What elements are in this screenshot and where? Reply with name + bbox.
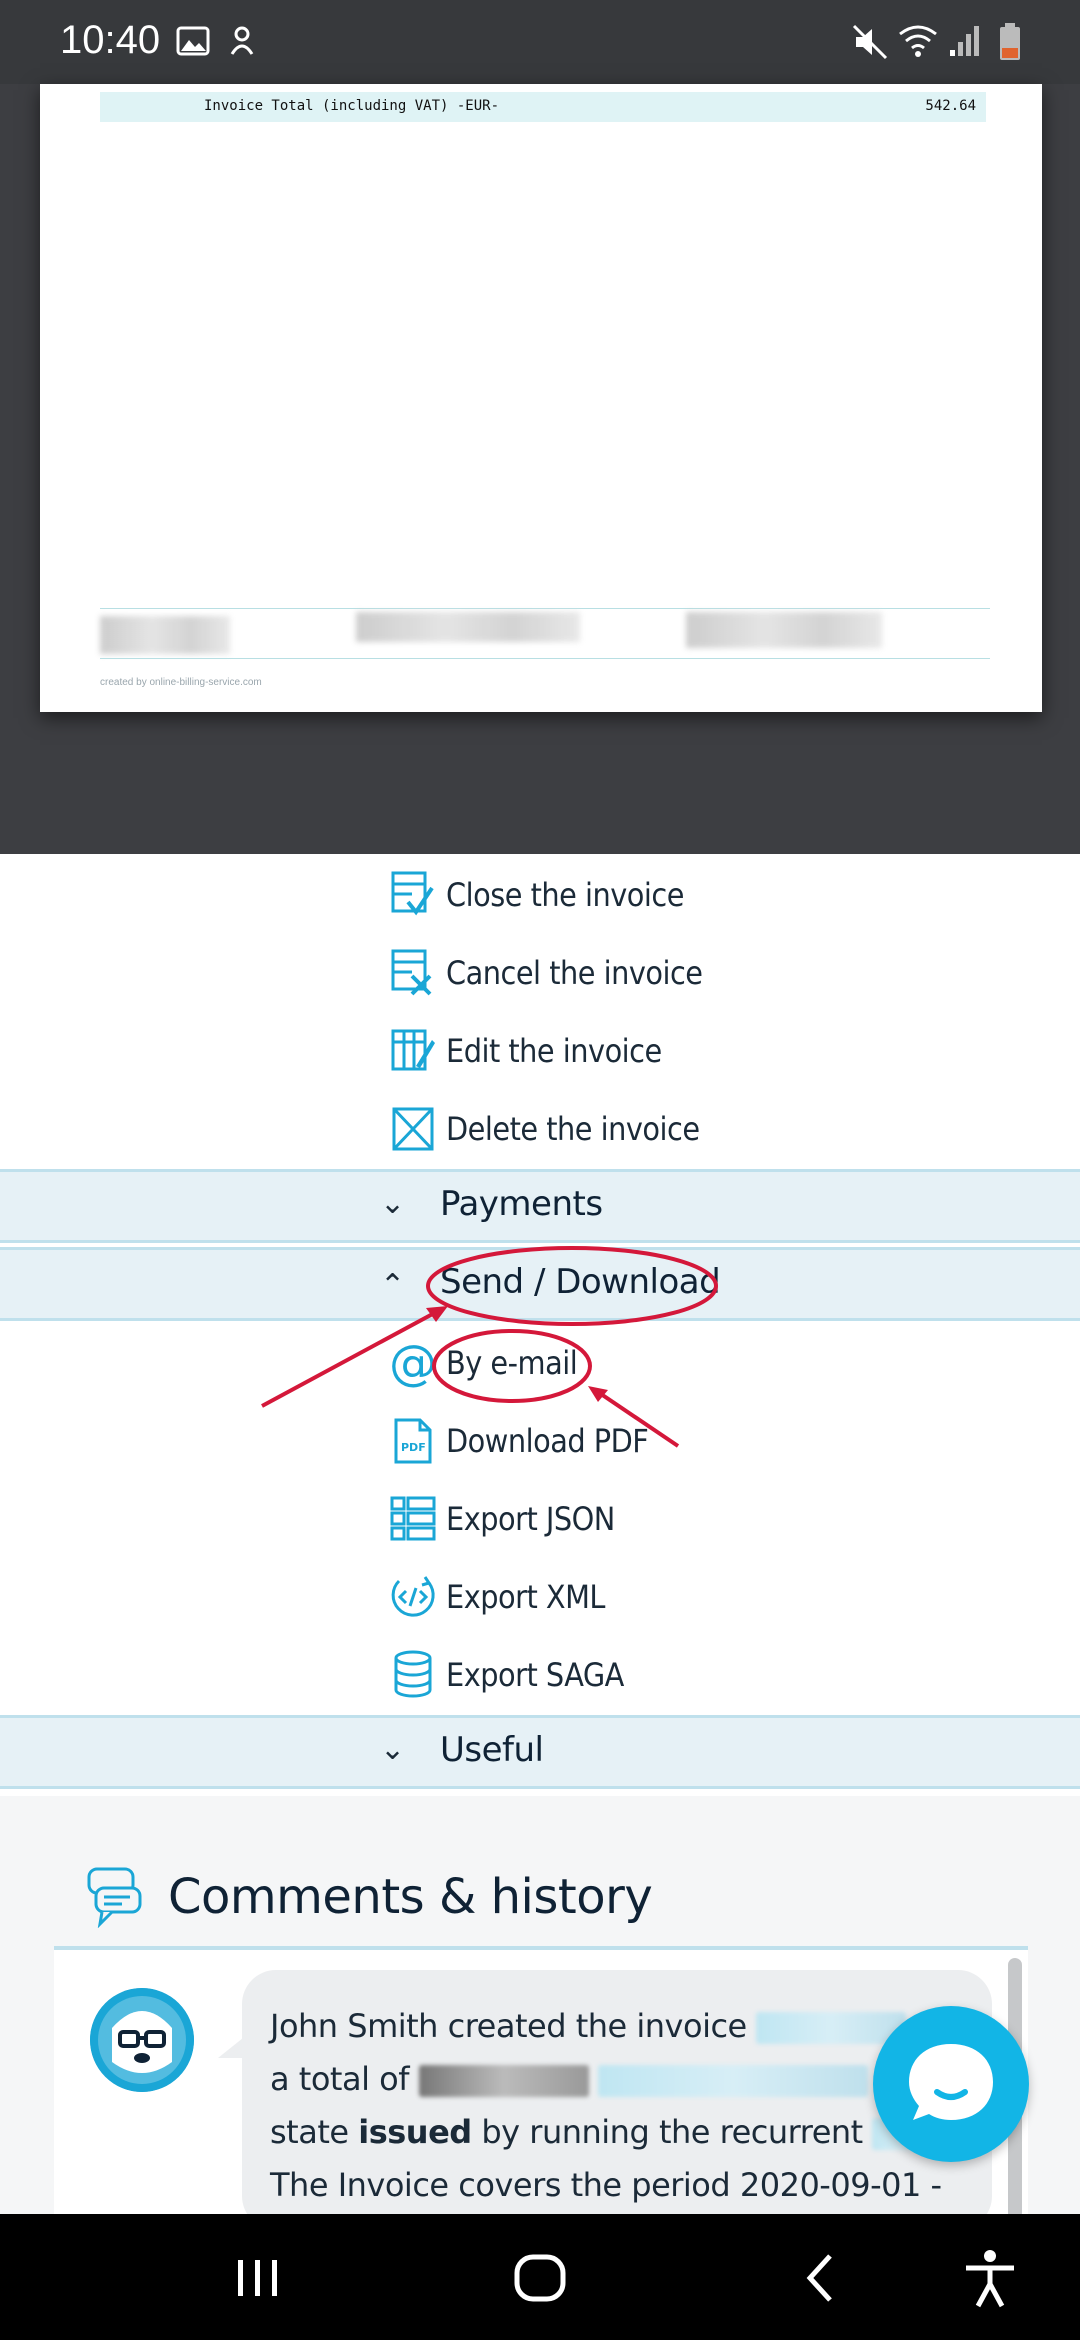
- invoice-page: Invoice Total (including VAT) -EUR- 542.…: [40, 84, 1042, 712]
- invoice-total-row: Invoice Total (including VAT) -EUR- 542.…: [100, 92, 986, 122]
- xml-icon: [388, 1570, 438, 1624]
- redacted-text: [598, 2065, 869, 2097]
- footer-divider-bottom: [100, 658, 990, 659]
- chat-button[interactable]: [873, 2006, 1029, 2162]
- chat-bubble-icon: [87, 1867, 142, 1928]
- send-by-email-item[interactable]: @ By e-mail: [388, 1330, 578, 1396]
- chevron-up-icon: ⌃: [380, 1268, 406, 1303]
- export-xml-label: Export XML: [446, 1578, 605, 1616]
- at-icon: @: [389, 1335, 437, 1391]
- cancel-invoice-label: Cancel the invoice: [446, 954, 703, 992]
- download-pdf-item[interactable]: PDF Download PDF: [388, 1408, 649, 1474]
- redacted-footer-block: [356, 612, 580, 642]
- comments-title: Comments & history: [168, 1869, 653, 1925]
- section-send-download[interactable]: ⌃ Send / Download: [0, 1247, 1080, 1321]
- created-by-text: created by online-billing-service.com: [100, 677, 262, 688]
- comment-state: issued: [358, 2113, 472, 2151]
- avatar: [90, 1988, 194, 2092]
- comment-line-3-post: by running the recurrent: [481, 2113, 863, 2151]
- status-time: 10:40: [60, 18, 161, 62]
- chevron-down-icon: ⌄: [380, 1186, 406, 1221]
- edit-invoice-icon: [388, 1024, 438, 1078]
- chat-icon: [909, 2044, 993, 2120]
- comments-header: Comments & history: [86, 1866, 653, 1928]
- delete-invoice-label: Delete the invoice: [446, 1110, 700, 1148]
- invoice-total-value: 542.64: [925, 98, 976, 114]
- json-icon: [388, 1492, 438, 1546]
- chevron-down-icon: ⌄: [380, 1732, 406, 1767]
- delete-invoice-icon: [388, 1102, 438, 1156]
- cancel-invoice-icon: [388, 946, 438, 1000]
- pdf-icon: PDF: [388, 1414, 438, 1468]
- redacted-text: [418, 2065, 589, 2097]
- comment-line-2: a total of: [270, 2060, 409, 2098]
- recent-apps-icon[interactable]: [234, 2248, 282, 2308]
- invoice-total-label: Invoice Total (including VAT) -EUR-: [204, 98, 500, 114]
- signal-icon: [950, 26, 979, 56]
- accessibility-icon[interactable]: [962, 2248, 1018, 2308]
- invoice-preview-viewer[interactable]: Invoice Total (including VAT) -EUR- 542.…: [0, 84, 1080, 854]
- export-json-label: Export JSON: [446, 1500, 615, 1538]
- edit-invoice-label: Edit the invoice: [446, 1032, 662, 1070]
- cancel-invoice-item[interactable]: Cancel the invoice: [388, 940, 703, 1006]
- section-payments[interactable]: ⌄ Payments: [0, 1169, 1080, 1243]
- redacted-footer-block: [100, 616, 230, 654]
- wifi-icon: [899, 25, 937, 57]
- close-invoice-icon: [388, 868, 438, 922]
- back-icon[interactable]: [800, 2248, 840, 2308]
- download-pdf-label: Download PDF: [446, 1422, 649, 1460]
- image-icon: [176, 26, 210, 56]
- section-useful-label: Useful: [440, 1730, 544, 1770]
- svg-text:PDF: PDF: [401, 1441, 426, 1454]
- redacted-footer-block: [686, 612, 882, 648]
- mute-icon: [852, 24, 888, 60]
- export-saga-label: Export SAGA: [446, 1656, 624, 1694]
- battery-icon: [1000, 23, 1020, 60]
- comment-line-4: The Invoice covers the period 2020-09-01…: [270, 2166, 942, 2204]
- comment-line-1: John Smith created the invoice: [270, 2007, 747, 2045]
- section-send-download-label: Send / Download: [440, 1262, 721, 1302]
- export-saga-item[interactable]: Export SAGA: [388, 1642, 624, 1708]
- export-xml-item[interactable]: Export XML: [388, 1564, 605, 1630]
- send-by-email-label: By e-mail: [446, 1344, 578, 1382]
- section-payments-label: Payments: [440, 1184, 603, 1224]
- status-bar: 10:40: [0, 0, 1080, 84]
- edit-invoice-item[interactable]: Edit the invoice: [388, 1018, 662, 1084]
- notification-icon: [230, 26, 254, 55]
- system-nav-bar: [0, 2214, 1080, 2340]
- footer-divider-top: [100, 608, 990, 609]
- saga-icon: [388, 1648, 438, 1702]
- home-icon[interactable]: [512, 2248, 568, 2308]
- close-invoice-item[interactable]: Close the invoice: [388, 862, 684, 928]
- export-json-item[interactable]: Export JSON: [388, 1486, 615, 1552]
- section-useful[interactable]: ⌄ Useful: [0, 1715, 1080, 1789]
- close-invoice-label: Close the invoice: [446, 876, 684, 914]
- comment-line-3-pre: state: [270, 2113, 349, 2151]
- delete-invoice-item[interactable]: Delete the invoice: [388, 1096, 700, 1162]
